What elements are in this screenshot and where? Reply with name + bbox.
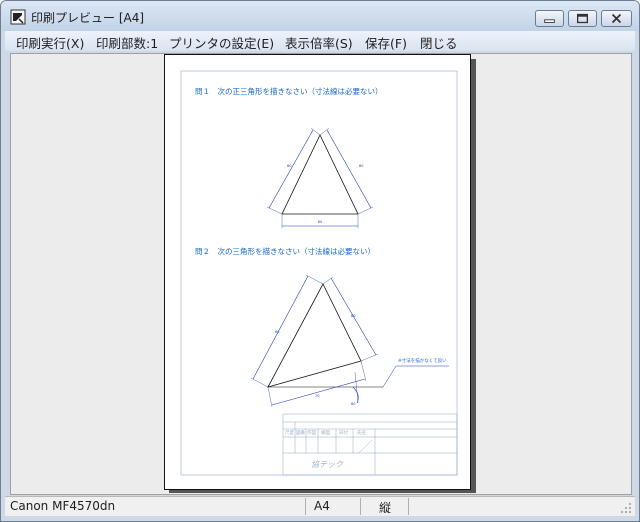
q2-angle-arc (352, 386, 359, 404)
minimize-icon (544, 19, 555, 23)
menu-close[interactable]: 閉じる (420, 33, 458, 52)
tb-cell-date: 日付 (339, 431, 348, 436)
preview-page: 80 80 80 80 80 70 60 問１ 次の正三角形を描きなさい（寸法線… (164, 54, 471, 490)
svg-text:80: 80 (359, 164, 363, 168)
status-printer: Canon MF4570dn (10, 499, 116, 513)
svg-text:80: 80 (287, 164, 291, 168)
print-preview-window: 印刷プレビュー [A4] 印刷実行(X) 印刷部数:1 プリンタの設定(E) 表… (0, 0, 640, 522)
svg-text:80: 80 (351, 314, 355, 318)
title-bar[interactable]: 印刷プレビュー [A4] (1, 1, 639, 31)
close-button[interactable] (601, 10, 632, 27)
q1-dim-right (326, 129, 372, 209)
svg-text:60: 60 (351, 402, 355, 406)
drawing-sheet: 80 80 80 80 80 70 60 (180, 70, 458, 476)
leader-note: ※寸法を描かなくて良い (398, 359, 447, 364)
resize-grip-icon[interactable] (619, 501, 633, 515)
question-1: 問１ 次の正三角形を描きなさい（寸法線は必要ない） (195, 87, 383, 96)
sheet-frame (180, 70, 458, 476)
question-2: 問２ 次の三角形を描きなさい（寸法線は必要ない） (195, 247, 375, 256)
menu-save[interactable]: 保存(F) (365, 33, 407, 52)
close-icon (611, 13, 622, 24)
tb-cell-drawn: 作図 (307, 431, 316, 436)
title-block (282, 413, 458, 476)
q1-triangle (281, 134, 359, 215)
q2-triangle (267, 283, 362, 388)
status-bar: Canon MF4570dn A4 縦 (5, 496, 635, 516)
status-paper-size: A4 (314, 499, 330, 513)
status-separator (305, 498, 306, 515)
menu-printer-settings[interactable]: プリンタの設定(E) (169, 33, 274, 52)
menu-print-execute[interactable]: 印刷実行(X) (16, 33, 84, 52)
maximize-button[interactable] (568, 10, 597, 27)
window-title: 印刷プレビュー [A4] (31, 11, 145, 25)
tb-cell-name: 氏名 (357, 431, 366, 436)
menu-bar: 印刷実行(X) 印刷部数:1 プリンタの設定(E) 表示倍率(S) 保存(F) … (5, 31, 635, 51)
tb-cell-scale: 尺度 (285, 431, 294, 436)
app-icon (10, 9, 26, 25)
svg-text:80: 80 (275, 330, 279, 334)
title-block-logo: 協テック (311, 460, 343, 469)
tb-cell-checked: 検図 (321, 431, 330, 436)
q1-dim-left (268, 129, 314, 209)
note-leader (382, 365, 397, 388)
tb-cell-drawing-no: 図番 (296, 431, 305, 436)
menu-zoom[interactable]: 表示倍率(S) (285, 33, 353, 52)
menu-print-copies[interactable]: 印刷部数:1 (96, 33, 158, 52)
svg-text:80: 80 (318, 220, 322, 224)
status-separator (408, 498, 409, 515)
status-separator (360, 498, 361, 515)
svg-text:70: 70 (315, 394, 319, 398)
maximize-icon (576, 13, 589, 24)
minimize-button[interactable] (535, 10, 564, 27)
status-orientation: 縦 (379, 501, 392, 515)
